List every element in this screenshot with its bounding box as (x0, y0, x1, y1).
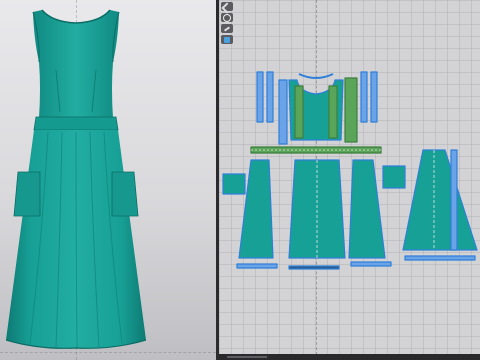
pattern-hem-facing-4 (404, 255, 476, 261)
pattern-back-placket (450, 149, 458, 251)
pattern-bodice-inner-right (328, 85, 338, 139)
pattern-pocket-left (222, 173, 246, 195)
pattern-pocket-right (382, 165, 406, 189)
dress-3d-render[interactable] (0, 0, 216, 360)
pattern-bodice-side-right (344, 77, 358, 143)
pattern-hem-facing-2 (288, 265, 340, 270)
pattern-skirt-side-right (348, 159, 386, 259)
pattern-pieces[interactable] (219, 0, 480, 360)
pattern-status-bar (219, 354, 480, 360)
pattern-strap-4 (370, 71, 378, 123)
pattern-strap-1 (256, 71, 264, 123)
status-indicator (227, 356, 267, 358)
pattern-strap-2 (266, 71, 274, 123)
3d-viewport[interactable] (0, 0, 216, 360)
waistband-3d (33, 116, 119, 131)
pattern-bodice-inner-left (294, 85, 304, 139)
pattern-strap-3 (360, 71, 368, 123)
left-pocket-3d (13, 171, 41, 217)
right-pocket-3d (111, 171, 139, 217)
pattern-skirt-back (402, 149, 478, 251)
2d-pattern-window[interactable] (219, 0, 480, 360)
pattern-bodice-side-left (278, 79, 288, 145)
bodice-3d (33, 10, 119, 118)
pattern-hem-facing-1 (236, 263, 278, 269)
pattern-back-neck-facing (298, 73, 334, 79)
pattern-hem-facing-3 (350, 261, 392, 267)
pattern-skirt-front (288, 159, 346, 259)
